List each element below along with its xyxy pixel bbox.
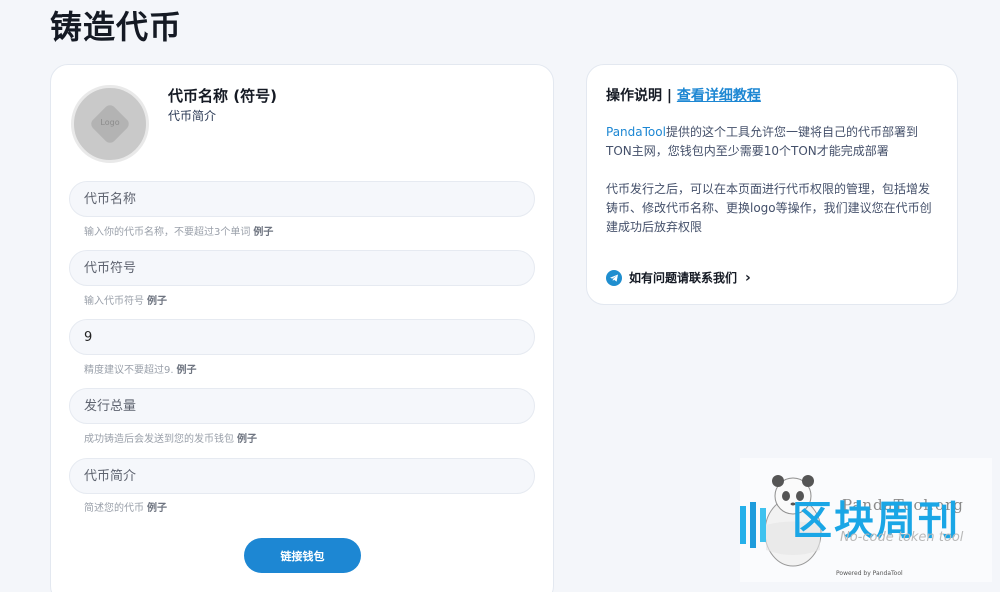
instructions-paragraph-1: PandaTool提供的这个工具允许您一键将自己的代币部署到TON主网，您钱包内… bbox=[606, 123, 941, 161]
token-name-field[interactable] bbox=[69, 181, 535, 217]
token-symbol-field[interactable] bbox=[69, 250, 535, 286]
token-name-hint: 输入你的代币名称，不要超过3个单词 例子 bbox=[84, 223, 273, 238]
watermark-logo-icon bbox=[740, 502, 766, 548]
instructions-card: 操作说明 | 查看详细教程 PandaTool提供的这个工具允许您一键将自己的代… bbox=[586, 64, 958, 305]
decimals-input[interactable] bbox=[70, 320, 534, 354]
telegram-icon bbox=[606, 269, 622, 286]
decimals-example-link[interactable]: 例子 bbox=[177, 365, 197, 376]
total-supply-hint-text: 成功铸造后会发送到您的发币钱包 bbox=[84, 434, 234, 445]
decimals-field[interactable] bbox=[69, 319, 535, 355]
decimals-hint: 精度建议不要超过9. 例子 bbox=[84, 361, 197, 376]
contact-us-label: 如有问题请联系我们 bbox=[629, 271, 738, 285]
page-title: 铸造代币 bbox=[50, 8, 183, 46]
total-supply-field[interactable] bbox=[69, 388, 535, 424]
connect-wallet-button[interactable]: 链接钱包 bbox=[244, 538, 361, 573]
logo-placeholder-text: Logo bbox=[100, 118, 120, 127]
instructions-title-text: 操作说明 | bbox=[606, 88, 677, 104]
token-symbol-hint-text: 输入代币符号 bbox=[84, 296, 144, 307]
token-name-example-link[interactable]: 例子 bbox=[253, 227, 273, 238]
token-description-field[interactable] bbox=[69, 458, 535, 494]
token-form-card: Logo 代币名称 (符号) 代币简介 输入你的代币名称，不要超过3个单词例子 … bbox=[50, 64, 554, 592]
token-symbol-input[interactable] bbox=[70, 251, 534, 285]
watermark-slogan: No-code token tool bbox=[840, 530, 964, 545]
token-symbol-example-link[interactable]: 例子 bbox=[147, 296, 167, 307]
token-symbol-hint: 输入代币符号 例子 bbox=[84, 292, 167, 307]
token-description-example-link[interactable]: 例子 bbox=[147, 503, 167, 514]
decimals-hint-text: 精度建议不要超过9. bbox=[84, 365, 174, 376]
contact-us-link[interactable]: 如有问题请联系我们 › bbox=[606, 269, 751, 286]
chevron-right-icon: › bbox=[745, 269, 751, 286]
total-supply-example-link[interactable]: 例子 bbox=[237, 434, 257, 445]
instructions-paragraph-2: 代币发行之后，可以在本页面进行代币权限的管理，包括增发铸币、修改代币名称、更换l… bbox=[606, 182, 932, 234]
brand-name: PandaTool bbox=[606, 125, 666, 139]
token-name-hint-text: 输入你的代币名称，不要超过3个单词 bbox=[84, 227, 251, 238]
token-description-hint: 简述您的代币 例子 bbox=[84, 499, 167, 514]
token-preview-name: 代币名称 (符号) bbox=[168, 87, 277, 105]
logo-upload[interactable]: Logo bbox=[71, 85, 149, 163]
token-description-hint-text: 简述您的代币 bbox=[84, 503, 144, 514]
watermark-powered-by: Powered by PandaTool bbox=[836, 570, 903, 577]
token-preview-description: 代币简介 bbox=[168, 109, 217, 123]
watermark: PandaTool.org 区块周刊 No-code token tool Po… bbox=[740, 458, 992, 582]
total-supply-input[interactable] bbox=[70, 389, 534, 423]
tutorial-link[interactable]: 查看详细教程 bbox=[677, 88, 761, 104]
instructions-title: 操作说明 | 查看详细教程 bbox=[606, 85, 761, 105]
token-description-input[interactable] bbox=[70, 459, 534, 493]
token-name-input[interactable] bbox=[70, 182, 534, 216]
total-supply-hint: 成功铸造后会发送到您的发币钱包 例子 bbox=[84, 430, 257, 445]
